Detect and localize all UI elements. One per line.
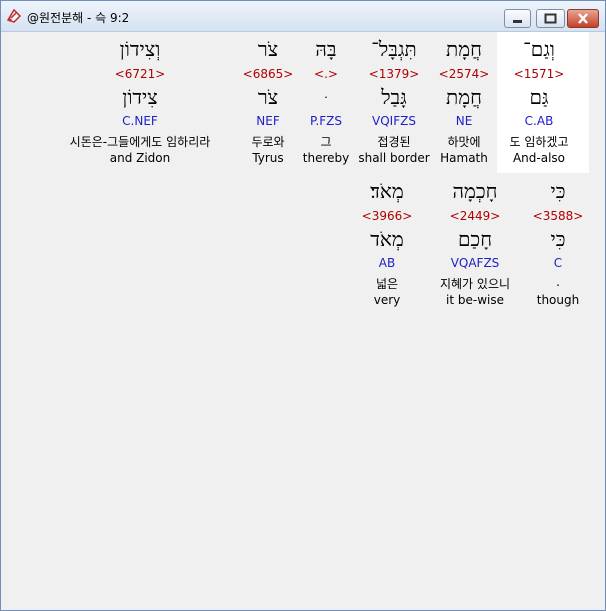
close-icon: [578, 13, 588, 24]
morphology-code: C: [553, 256, 563, 270]
hebrew-word: וְצִידוֹן: [119, 37, 161, 61]
hebrew-word: חָכְמָה: [452, 179, 498, 203]
strong-number[interactable]: <2449>: [425, 209, 525, 223]
hebrew-word: מְאֹד׃: [370, 179, 404, 203]
window-title: @원전분해 - 슥 9:2: [27, 11, 130, 25]
korean-gloss: 시돈은-그들에게도 임하리라: [69, 135, 211, 149]
morphology-code: NEF: [256, 114, 280, 128]
english-gloss: and Zidon: [109, 151, 171, 165]
app-window: @원전분해 - 슥 9:2 וְגַם־ <1571> גַּם C.AB 도 …: [0, 0, 606, 611]
korean-gloss: .: [556, 275, 560, 289]
hebrew-word: צֹר: [257, 37, 279, 61]
strong-number[interactable]: <3966>: [345, 209, 429, 223]
lemma: צִידוֹן: [122, 85, 158, 109]
lemma: כִּי: [550, 227, 566, 251]
app-logo-icon: [6, 8, 22, 24]
lemma: מְאֹד: [370, 227, 404, 251]
morphology-code: AB: [378, 256, 396, 270]
maximize-button[interactable]: [536, 9, 565, 28]
strong-number[interactable]: <3588>: [513, 209, 603, 223]
korean-gloss: 넓은: [375, 277, 399, 291]
strong-number[interactable]: <6721>: [45, 67, 235, 81]
minimize-button[interactable]: [504, 9, 531, 28]
morphology-code: C.NEF: [122, 114, 158, 128]
hebrew-word: כִּי: [550, 179, 566, 203]
lemma: חָכַם: [457, 227, 493, 251]
interlinear-view: וְגַם־ <1571> גַּם C.AB 도 임하겠고 And-also …: [5, 32, 601, 606]
title-bar[interactable]: @원전분해 - 슥 9:2: [1, 1, 605, 32]
english-gloss: very: [373, 293, 401, 307]
english-gloss: it be-wise: [446, 293, 504, 307]
minimize-icon: [513, 20, 522, 23]
lemma: צֹר: [257, 85, 279, 109]
english-gloss: Tyrus: [252, 151, 284, 165]
strong-number[interactable]: <6865>: [223, 67, 313, 81]
english-gloss: though: [536, 293, 580, 307]
korean-gloss: 지혜가 있으니: [439, 277, 511, 291]
close-button[interactable]: [567, 9, 599, 28]
morphology-code: VQAFZS: [450, 256, 500, 270]
maximize-icon: [544, 13, 557, 24]
korean-gloss: 두로와: [251, 135, 285, 149]
